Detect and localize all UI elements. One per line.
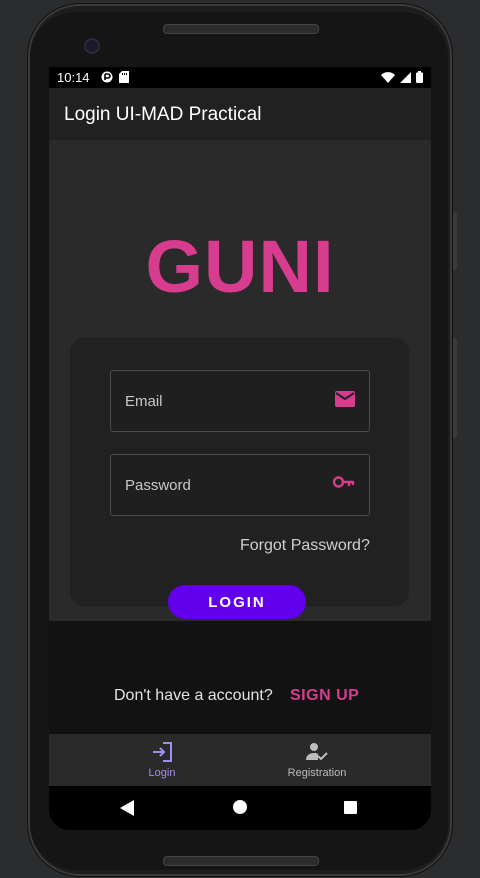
email-field[interactable]	[111, 371, 369, 431]
registration-icon	[273, 742, 361, 765]
login-content: GUNI Forgot Password?	[49, 140, 431, 621]
email-field-container	[110, 370, 370, 432]
system-navigation-bar	[49, 786, 431, 830]
back-icon[interactable]	[120, 800, 134, 821]
login-button[interactable]: LOGIN	[168, 585, 306, 619]
key-icon	[332, 475, 355, 494]
power-button	[453, 338, 457, 438]
nav-registration-label: Registration	[287, 767, 347, 779]
nav-item-registration[interactable]: Registration	[273, 734, 361, 786]
bottom-speaker	[163, 856, 319, 866]
status-time: 10:14	[57, 70, 90, 85]
nav-item-login[interactable]: Login	[127, 734, 197, 786]
password-field[interactable]	[111, 455, 369, 515]
wifi-icon	[381, 71, 395, 83]
bottom-navigation: Login Registration	[49, 734, 431, 786]
recents-icon[interactable]	[344, 801, 357, 814]
status-bar: 10:14	[49, 67, 431, 88]
forgot-password-link[interactable]: Forgot Password?	[240, 537, 370, 555]
guni-logo: GUNI	[145, 225, 335, 308]
app-title: Login UI-MAD Practical	[64, 104, 262, 125]
nav-login-label: Login	[148, 767, 176, 779]
login-icon	[127, 742, 197, 765]
volume-button	[453, 212, 457, 270]
mail-icon	[335, 391, 355, 412]
app-screen: 10:14 Login UI-MAD Practical GUNI Email …	[49, 67, 431, 830]
password-field-container	[110, 454, 370, 516]
app-bar: Login UI-MAD Practical	[49, 88, 431, 140]
earpiece-speaker	[163, 24, 319, 34]
login-card: Forgot Password?	[70, 338, 409, 606]
front-camera	[84, 38, 100, 54]
home-icon[interactable]	[233, 800, 247, 814]
notification-icon	[101, 71, 113, 83]
battery-icon	[416, 71, 423, 83]
signup-link[interactable]: SIGN UP	[290, 687, 359, 705]
signup-prompt: Don't have a account?	[114, 687, 273, 704]
sd-card-icon	[119, 71, 129, 83]
signal-icon	[400, 71, 411, 83]
